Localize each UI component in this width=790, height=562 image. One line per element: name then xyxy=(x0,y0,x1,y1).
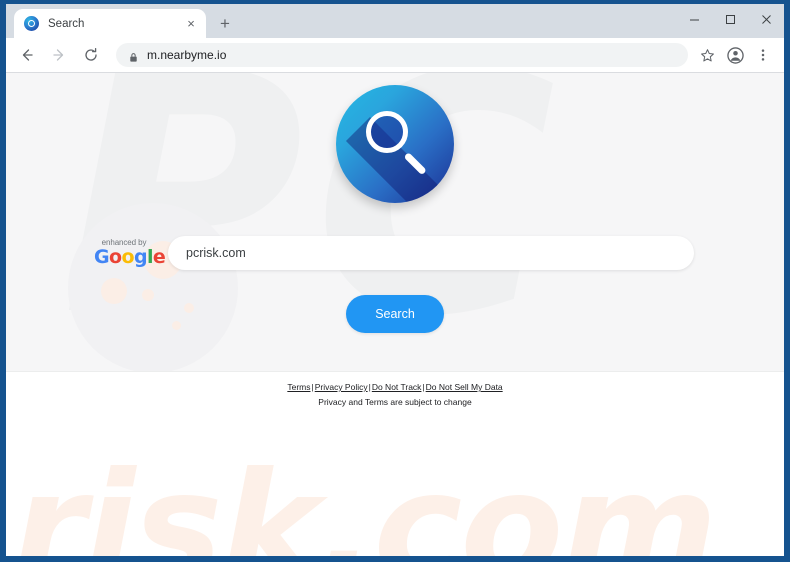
address-bar[interactable]: m.nearbyme.io xyxy=(116,43,688,67)
google-letter-o2: o xyxy=(121,246,134,268)
reload-button[interactable] xyxy=(78,42,104,68)
watermark-dot xyxy=(101,278,127,304)
window-close-button[interactable] xyxy=(748,4,784,34)
enhanced-by-google-badge: enhanced by Google xyxy=(94,239,166,268)
watermark-dot xyxy=(142,289,154,301)
magnifier-logo-icon xyxy=(336,85,454,203)
window-minimize-button[interactable] xyxy=(676,4,712,34)
browser-menu-icon[interactable] xyxy=(750,42,776,68)
hero-section: PC enhanced by Google pcrisk.com Search xyxy=(6,73,784,372)
page-footer: Terms|Privacy Policy|Do Not Track|Do Not… xyxy=(6,372,784,409)
google-letter-g2: g xyxy=(133,246,148,268)
footer-links: Terms|Privacy Policy|Do Not Track|Do Not… xyxy=(6,382,784,394)
tab-strip: Search × + xyxy=(6,4,784,38)
tab-title: Search xyxy=(48,17,85,30)
logo-lens xyxy=(366,111,408,153)
browser-tab-search[interactable]: Search × xyxy=(14,9,206,38)
address-bar-url: m.nearbyme.io xyxy=(147,48,227,62)
google-letter-g: G xyxy=(94,246,110,268)
browser-toolbar: m.nearbyme.io xyxy=(6,38,784,73)
footer-link-terms[interactable]: Terms xyxy=(287,382,310,392)
footer-link-privacy-policy[interactable]: Privacy Policy xyxy=(315,382,368,392)
bookmark-star-icon[interactable] xyxy=(694,42,720,68)
footer-note: Privacy and Terms are subject to change xyxy=(318,396,472,407)
google-letter-e: e xyxy=(152,246,166,268)
footer-link-do-not-track[interactable]: Do Not Track xyxy=(372,382,422,392)
lock-icon xyxy=(128,50,139,62)
profile-avatar-icon[interactable] xyxy=(722,42,748,68)
watermark-dot xyxy=(172,321,181,330)
search-button[interactable]: Search xyxy=(346,295,444,333)
back-button[interactable] xyxy=(14,42,40,68)
toolbar-actions xyxy=(692,42,776,68)
forward-button[interactable] xyxy=(46,42,72,68)
tab-favicon-search-globe-icon xyxy=(24,16,39,31)
watermark-risk-com: risk.com xyxy=(12,441,718,556)
browser-window: Search × + m.nearbyme.io risk.com PC enh… xyxy=(6,4,784,556)
tab-close-icon[interactable]: × xyxy=(182,15,200,33)
footer-link-do-not-sell-my-data[interactable]: Do Not Sell My Data xyxy=(426,382,503,392)
new-tab-button[interactable]: + xyxy=(212,10,238,36)
google-letter-o1: o xyxy=(109,246,122,268)
watermark-circle xyxy=(68,203,238,371)
page-viewport: risk.com PC enhanced by Google pcrisk.co… xyxy=(6,73,784,556)
google-wordmark: Google xyxy=(94,246,166,268)
watermark-dot xyxy=(184,303,194,313)
window-controls xyxy=(676,4,784,34)
browser-window-frame: Search × + m.nearbyme.io risk.com PC enh… xyxy=(0,0,790,562)
search-input[interactable]: pcrisk.com xyxy=(168,236,694,270)
search-row: enhanced by Google pcrisk.com xyxy=(6,236,784,270)
window-maximize-button[interactable] xyxy=(712,4,748,34)
